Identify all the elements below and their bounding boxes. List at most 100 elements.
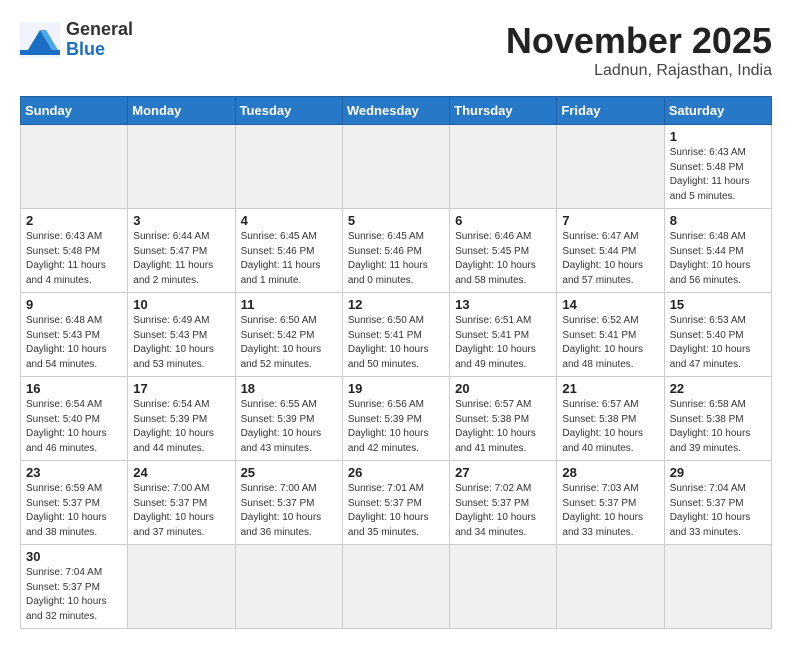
day-info: Sunrise: 6:45 AM Sunset: 5:46 PM Dayligh… bbox=[348, 230, 444, 288]
day-number: 26 bbox=[348, 465, 444, 480]
table-row: 22Sunrise: 6:58 AM Sunset: 5:38 PM Dayli… bbox=[664, 377, 771, 461]
table-row: 12 Sunrise: 6:50 AM Sunset: 5:41 PM Dayli… bbox=[342, 293, 449, 377]
day-info: Sunrise: 6:57 AM Sunset: 5:38 PM Dayligh… bbox=[455, 398, 551, 456]
logo: General Blue bbox=[20, 20, 133, 60]
table-row: 24Sunrise: 7:00 AM Sunset: 5:37 PM Dayli… bbox=[128, 461, 235, 545]
day-number: 3 bbox=[133, 213, 229, 228]
table-row bbox=[557, 545, 664, 629]
day-number: 16 bbox=[26, 381, 122, 396]
table-row: 16Sunrise: 6:54 AM Sunset: 5:40 PM Dayli… bbox=[21, 377, 128, 461]
table-row: 5 Sunrise: 6:45 AM Sunset: 5:46 PM Daylig… bbox=[342, 209, 449, 293]
col-tuesday: Tuesday bbox=[235, 97, 342, 125]
col-thursday: Thursday bbox=[450, 97, 557, 125]
day-info: Sunrise: 6:53 AM Sunset: 5:40 PM Dayligh… bbox=[670, 314, 766, 372]
col-sunday: Sunday bbox=[21, 97, 128, 125]
table-row: 15 Sunrise: 6:53 AM Sunset: 5:40 PM Dayli… bbox=[664, 293, 771, 377]
day-info: Sunrise: 6:49 AM Sunset: 5:43 PM Dayligh… bbox=[133, 314, 229, 372]
day-number: 19 bbox=[348, 381, 444, 396]
day-info: Sunrise: 6:43 AM Sunset: 5:48 PM Dayligh… bbox=[670, 146, 766, 204]
table-row: 10 Sunrise: 6:49 AM Sunset: 5:43 PM Dayli… bbox=[128, 293, 235, 377]
day-info: Sunrise: 6:44 AM Sunset: 5:47 PM Dayligh… bbox=[133, 230, 229, 288]
day-info: Sunrise: 6:48 AM Sunset: 5:44 PM Dayligh… bbox=[670, 230, 766, 288]
day-number: 1 bbox=[670, 129, 766, 144]
day-info: Sunrise: 7:04 AM Sunset: 5:37 PM Dayligh… bbox=[670, 482, 766, 540]
calendar-header-row: Sunday Monday Tuesday Wednesday Thursday… bbox=[21, 97, 772, 125]
table-row bbox=[21, 125, 128, 209]
table-row bbox=[235, 545, 342, 629]
calendar-row-4: 23 Sunrise: 6:59 AM Sunset: 5:37 PM Dayli… bbox=[21, 461, 772, 545]
day-number: 18 bbox=[241, 381, 337, 396]
day-info: Sunrise: 6:54 AM Sunset: 5:39 PM Dayligh… bbox=[133, 398, 229, 456]
col-monday: Monday bbox=[128, 97, 235, 125]
table-row: 11 Sunrise: 6:50 AM Sunset: 5:42 PM Dayli… bbox=[235, 293, 342, 377]
table-row bbox=[128, 545, 235, 629]
table-row: 8Sunrise: 6:48 AM Sunset: 5:44 PM Daylig… bbox=[664, 209, 771, 293]
table-row: 27 Sunrise: 7:02 AM Sunset: 5:37 PM Dayli… bbox=[450, 461, 557, 545]
day-number: 12 bbox=[348, 297, 444, 312]
calendar-row-0: 1 Sunrise: 6:43 AM Sunset: 5:48 PM Daylig… bbox=[21, 125, 772, 209]
calendar-row-3: 16Sunrise: 6:54 AM Sunset: 5:40 PM Dayli… bbox=[21, 377, 772, 461]
day-info: Sunrise: 7:03 AM Sunset: 5:37 PM Dayligh… bbox=[562, 482, 658, 540]
table-row: 3 Sunrise: 6:44 AM Sunset: 5:47 PM Daylig… bbox=[128, 209, 235, 293]
day-info: Sunrise: 7:02 AM Sunset: 5:37 PM Dayligh… bbox=[455, 482, 551, 540]
calendar-row-5: 30 Sunrise: 7:04 AM Sunset: 5:37 PM Dayli… bbox=[21, 545, 772, 629]
day-info: Sunrise: 6:50 AM Sunset: 5:41 PM Dayligh… bbox=[348, 314, 444, 372]
table-row: 30 Sunrise: 7:04 AM Sunset: 5:37 PM Dayli… bbox=[21, 545, 128, 629]
table-row bbox=[342, 545, 449, 629]
day-number: 4 bbox=[241, 213, 337, 228]
table-row bbox=[342, 125, 449, 209]
day-number: 23 bbox=[26, 465, 122, 480]
day-number: 10 bbox=[133, 297, 229, 312]
day-info: Sunrise: 6:45 AM Sunset: 5:46 PM Dayligh… bbox=[241, 230, 337, 288]
table-row: 26 Sunrise: 7:01 AM Sunset: 5:37 PM Dayli… bbox=[342, 461, 449, 545]
day-number: 2 bbox=[26, 213, 122, 228]
day-info: Sunrise: 6:59 AM Sunset: 5:37 PM Dayligh… bbox=[26, 482, 122, 540]
table-row bbox=[235, 125, 342, 209]
location-subtitle: Ladnun, Rajasthan, India bbox=[506, 62, 772, 80]
table-row bbox=[450, 125, 557, 209]
table-row: 1 Sunrise: 6:43 AM Sunset: 5:48 PM Daylig… bbox=[664, 125, 771, 209]
day-info: Sunrise: 6:52 AM Sunset: 5:41 PM Dayligh… bbox=[562, 314, 658, 372]
day-info: Sunrise: 6:48 AM Sunset: 5:43 PM Dayligh… bbox=[26, 314, 122, 372]
table-row: 7 Sunrise: 6:47 AM Sunset: 5:44 PM Daylig… bbox=[557, 209, 664, 293]
day-number: 30 bbox=[26, 549, 122, 564]
day-number: 7 bbox=[562, 213, 658, 228]
table-row: 6Sunrise: 6:46 AM Sunset: 5:45 PM Daylig… bbox=[450, 209, 557, 293]
day-info: Sunrise: 6:50 AM Sunset: 5:42 PM Dayligh… bbox=[241, 314, 337, 372]
col-friday: Friday bbox=[557, 97, 664, 125]
col-wednesday: Wednesday bbox=[342, 97, 449, 125]
table-row: 28 Sunrise: 7:03 AM Sunset: 5:37 PM Dayli… bbox=[557, 461, 664, 545]
day-info: Sunrise: 6:46 AM Sunset: 5:45 PM Dayligh… bbox=[455, 230, 551, 288]
day-info: Sunrise: 7:00 AM Sunset: 5:37 PM Dayligh… bbox=[241, 482, 337, 540]
table-row: 4 Sunrise: 6:45 AM Sunset: 5:46 PM Daylig… bbox=[235, 209, 342, 293]
table-row: 18Sunrise: 6:55 AM Sunset: 5:39 PM Dayli… bbox=[235, 377, 342, 461]
day-number: 21 bbox=[562, 381, 658, 396]
calendar-table: Sunday Monday Tuesday Wednesday Thursday… bbox=[20, 96, 772, 629]
table-row: 29Sunrise: 7:04 AM Sunset: 5:37 PM Dayli… bbox=[664, 461, 771, 545]
table-row bbox=[450, 545, 557, 629]
table-row: 25 Sunrise: 7:00 AM Sunset: 5:37 PM Dayli… bbox=[235, 461, 342, 545]
day-number: 13 bbox=[455, 297, 551, 312]
day-info: Sunrise: 6:43 AM Sunset: 5:48 PM Dayligh… bbox=[26, 230, 122, 288]
day-number: 5 bbox=[348, 213, 444, 228]
day-number: 22 bbox=[670, 381, 766, 396]
day-info: Sunrise: 7:01 AM Sunset: 5:37 PM Dayligh… bbox=[348, 482, 444, 540]
day-number: 11 bbox=[241, 297, 337, 312]
day-number: 27 bbox=[455, 465, 551, 480]
table-row: 19 Sunrise: 6:56 AM Sunset: 5:39 PM Dayli… bbox=[342, 377, 449, 461]
calendar-row-1: 2 Sunrise: 6:43 AM Sunset: 5:48 PM Daylig… bbox=[21, 209, 772, 293]
month-year-title: November 2025 bbox=[506, 20, 772, 62]
table-row bbox=[664, 545, 771, 629]
day-number: 28 bbox=[562, 465, 658, 480]
day-info: Sunrise: 6:47 AM Sunset: 5:44 PM Dayligh… bbox=[562, 230, 658, 288]
day-number: 15 bbox=[670, 297, 766, 312]
table-row bbox=[128, 125, 235, 209]
day-info: Sunrise: 6:57 AM Sunset: 5:38 PM Dayligh… bbox=[562, 398, 658, 456]
logo-icon bbox=[20, 22, 60, 58]
day-info: Sunrise: 7:04 AM Sunset: 5:37 PM Dayligh… bbox=[26, 566, 122, 624]
day-info: Sunrise: 7:00 AM Sunset: 5:37 PM Dayligh… bbox=[133, 482, 229, 540]
day-number: 25 bbox=[241, 465, 337, 480]
day-info: Sunrise: 6:56 AM Sunset: 5:39 PM Dayligh… bbox=[348, 398, 444, 456]
day-number: 17 bbox=[133, 381, 229, 396]
day-number: 9 bbox=[26, 297, 122, 312]
